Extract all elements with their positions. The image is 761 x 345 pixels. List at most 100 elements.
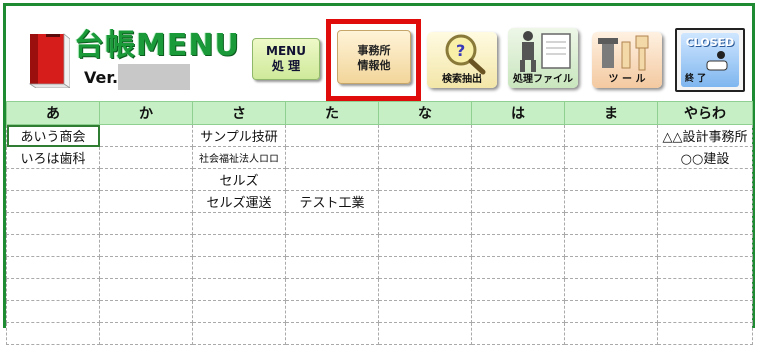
ledger-cell[interactable]: セルズ — [192, 168, 286, 191]
ledger-cell[interactable] — [471, 278, 565, 301]
ledger-cell[interactable] — [285, 278, 379, 301]
ledger-cell[interactable]: サンプル技研 — [192, 124, 286, 147]
office-info-button[interactable]: 事務所 情報他 — [337, 30, 411, 84]
ledger-cell[interactable] — [99, 256, 193, 279]
ledger-cell[interactable] — [378, 146, 472, 169]
search-extract-button[interactable]: ? 検索抽出 — [427, 32, 497, 88]
ledger-cell[interactable]: △△設計事務所 — [657, 124, 753, 147]
ledger-cell[interactable]: テスト工業 — [285, 190, 379, 213]
ledger-cell[interactable] — [657, 190, 753, 213]
ledger-cell[interactable] — [564, 300, 658, 323]
ledger-cell[interactable]: ○○建設 — [657, 146, 753, 169]
ledger-cell[interactable] — [657, 322, 753, 345]
ledger-cell[interactable] — [99, 278, 193, 301]
ledger-cell[interactable] — [6, 212, 100, 235]
ledger-cell[interactable] — [378, 124, 472, 147]
ledger-cell[interactable] — [378, 212, 472, 235]
ledger-cell[interactable] — [657, 212, 753, 235]
person-notebook-icon — [520, 31, 571, 72]
tool-button[interactable]: ツ ー ル — [592, 32, 662, 88]
kana-column-header[interactable]: は — [471, 101, 565, 125]
ledger-cell[interactable] — [192, 278, 286, 301]
ledger-cell[interactable] — [99, 300, 193, 323]
ledger-cell[interactable]: あいう商会 — [6, 124, 100, 147]
ledger-cell[interactable] — [657, 168, 753, 191]
ledger-cell[interactable] — [471, 190, 565, 213]
ledger-cell[interactable] — [6, 278, 100, 301]
version-label: Ver. — [84, 68, 119, 87]
ledger-cell[interactable] — [99, 190, 193, 213]
table-row: いろは歯科 社会福祉法人ロロ ○○建設 — [6, 146, 753, 169]
ledger-cell[interactable] — [471, 168, 565, 191]
ledger-cell[interactable] — [564, 256, 658, 279]
ledger-cell[interactable] — [378, 300, 472, 323]
ledger-cell[interactable] — [6, 190, 100, 213]
ledger-cell[interactable] — [471, 146, 565, 169]
ledger-cell[interactable] — [6, 300, 100, 323]
ledger-cell[interactable] — [285, 300, 379, 323]
ledger-cell[interactable] — [99, 322, 193, 345]
ledger-cell[interactable] — [471, 322, 565, 345]
app-frame: 台帳MENU Ver. MENU 処 理 事務所 情報他 ? 検索抽出 処理ファ… — [3, 3, 755, 345]
ledger-cell[interactable] — [564, 168, 658, 191]
ledger-grid: あかさたなはまやらわ あいう商会 サンプル技研 △△設計事務所いろは歯科 社会福祉法人… — [6, 101, 753, 345]
ledger-cell[interactable] — [192, 256, 286, 279]
ledger-cell[interactable] — [285, 256, 379, 279]
ledger-cell[interactable] — [6, 168, 100, 191]
kana-column-header[interactable]: か — [99, 101, 193, 125]
ledger-cell[interactable] — [564, 146, 658, 169]
ledger-cell[interactable] — [6, 256, 100, 279]
ledger-cell[interactable] — [378, 322, 472, 345]
ledger-cell[interactable] — [192, 212, 286, 235]
menu-process-button[interactable]: MENU 処 理 — [252, 38, 320, 80]
ledger-cell[interactable] — [6, 322, 100, 345]
ledger-cell[interactable] — [564, 234, 658, 257]
process-file-label: 処理ファイル — [513, 74, 573, 85]
ledger-cell[interactable] — [99, 212, 193, 235]
ledger-cell[interactable] — [564, 212, 658, 235]
ledger-cell[interactable] — [378, 256, 472, 279]
kana-column-header[interactable]: さ — [192, 101, 286, 125]
ledger-cell[interactable] — [471, 234, 565, 257]
ledger-cell[interactable] — [6, 234, 100, 257]
ledger-cell[interactable] — [471, 300, 565, 323]
ledger-cell[interactable] — [99, 168, 193, 191]
ledger-cell[interactable] — [657, 278, 753, 301]
kana-column-header[interactable]: ま — [564, 101, 658, 125]
ledger-cell[interactable] — [378, 168, 472, 191]
ledger-cell[interactable] — [285, 212, 379, 235]
ledger-cell[interactable]: セルズ運送 — [192, 190, 286, 213]
closed-exit-button[interactable]: CLOSED 終 了 — [675, 28, 745, 92]
ledger-cell[interactable] — [378, 190, 472, 213]
ledger-cell[interactable] — [378, 278, 472, 301]
ledger-cell[interactable] — [471, 256, 565, 279]
ledger-cell[interactable] — [564, 124, 658, 147]
process-file-button[interactable]: 処理ファイル — [508, 28, 578, 88]
ledger-cell[interactable]: いろは歯科 — [6, 146, 100, 169]
ledger-cell[interactable] — [285, 168, 379, 191]
ledger-cell[interactable] — [564, 190, 658, 213]
kana-column-header[interactable]: あ — [6, 101, 100, 125]
ledger-cell[interactable] — [657, 256, 753, 279]
ledger-cell[interactable] — [285, 124, 379, 147]
ledger-cell[interactable] — [99, 146, 193, 169]
ledger-cell[interactable] — [285, 322, 379, 345]
ledger-cell[interactable] — [564, 278, 658, 301]
ledger-cell[interactable] — [564, 322, 658, 345]
kana-column-header[interactable]: な — [378, 101, 472, 125]
ledger-cell[interactable] — [657, 300, 753, 323]
ledger-cell[interactable] — [285, 234, 379, 257]
ledger-cell[interactable] — [99, 234, 193, 257]
ledger-cell[interactable] — [285, 146, 379, 169]
ledger-cell[interactable] — [378, 234, 472, 257]
ledger-cell[interactable] — [192, 234, 286, 257]
ledger-cell[interactable] — [99, 124, 193, 147]
ledger-cell[interactable] — [471, 212, 565, 235]
ledger-cell[interactable] — [657, 234, 753, 257]
kana-column-header[interactable]: やらわ — [657, 101, 753, 125]
ledger-cell[interactable] — [471, 124, 565, 147]
kana-column-header[interactable]: た — [285, 101, 379, 125]
ledger-cell[interactable]: 社会福祉法人ロロ — [192, 146, 286, 169]
ledger-cell[interactable] — [192, 300, 286, 323]
ledger-cell[interactable] — [192, 322, 286, 345]
